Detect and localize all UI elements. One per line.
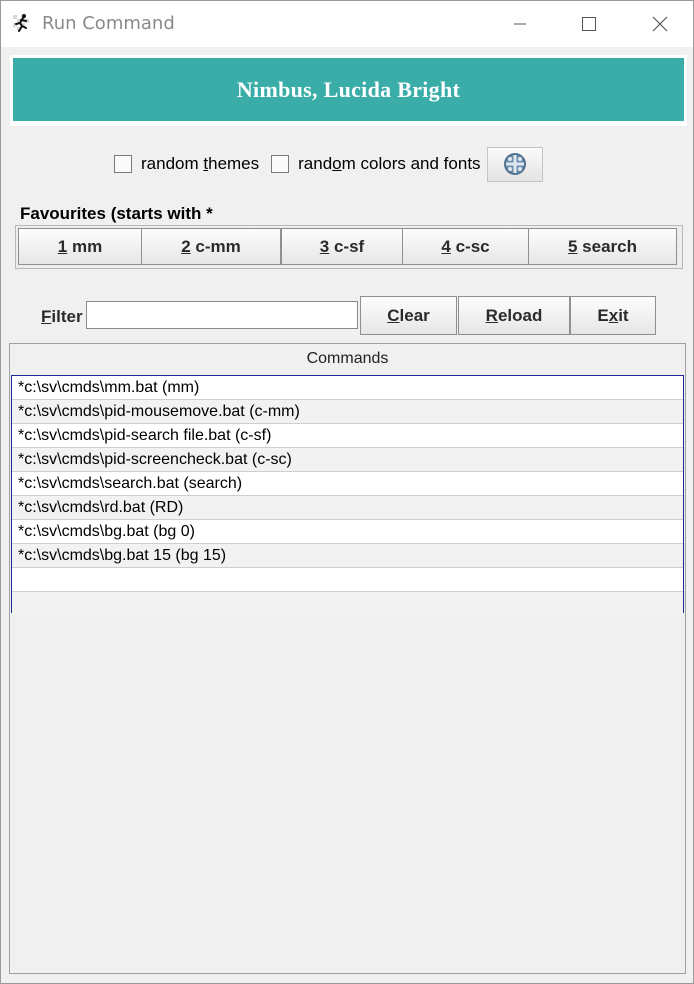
filter-label: Filter	[41, 307, 83, 326]
list-item[interactable]: *c:\sv\cmds\bg.bat 15 (bg 15)	[12, 544, 683, 568]
random-themes-label: random themes	[141, 154, 260, 173]
list-item[interactable]: *c:\sv\cmds\rd.bat (RD)	[12, 496, 683, 520]
window-title: Run Command	[42, 13, 175, 34]
random-themes-checkbox[interactable]: random themes	[114, 154, 259, 174]
list-item[interactable]: *c:\sv\cmds\pid-mousemove.bat (c-mm)	[12, 400, 683, 424]
reload-button[interactable]: Reload	[458, 296, 570, 335]
list-item[interactable]: *c:\sv\cmds\mm.bat (mm)	[12, 376, 683, 400]
list-item[interactable]: *c:\sv\cmds\pid-search file.bat (c-sf)	[12, 424, 683, 448]
maximize-button[interactable]	[566, 1, 612, 47]
list-item[interactable]: *c:\sv\cmds\search.bat (search)	[12, 472, 683, 496]
filter-input[interactable]	[86, 301, 358, 329]
favourite-button-c-sc[interactable]: 4 c-sc	[402, 228, 529, 265]
commands-panel: Commands *c:\sv\cmds\mm.bat (mm) *c:\sv\…	[9, 343, 686, 974]
running-man-icon	[11, 12, 33, 34]
list-item[interactable]: *c:\sv\cmds\bg.bat (bg 0)	[12, 520, 683, 544]
favourite-button-c-sf[interactable]: 3 c-sf	[281, 228, 403, 265]
minimize-button[interactable]	[497, 1, 543, 47]
list-item[interactable]: *c:\sv\cmds\pid-screencheck.bat (c-sc)	[12, 448, 683, 472]
close-button[interactable]	[637, 1, 683, 47]
theme-banner: Nimbus, Lucida Bright	[13, 58, 684, 121]
favourites-toolbar: 1 mm 2 c-mm 3 c-sf 4 c-sc 5 search	[15, 225, 683, 269]
theme-banner-frame: Nimbus, Lucida Bright	[10, 55, 687, 126]
favourite-button-c-mm[interactable]: 2 c-mm	[141, 228, 281, 265]
random-colors-label: random colors and fonts	[298, 154, 481, 173]
close-icon	[652, 16, 668, 32]
clear-button[interactable]: Clear	[360, 296, 457, 335]
theme-palette-button[interactable]	[486, 146, 543, 182]
palette-icon	[503, 153, 526, 175]
checkbox-box[interactable]	[271, 155, 290, 173]
list-item[interactable]	[12, 592, 683, 616]
maximize-icon	[582, 17, 596, 31]
commands-column-header[interactable]: Commands	[10, 344, 685, 374]
list-item[interactable]	[12, 568, 683, 592]
random-colors-checkbox[interactable]: random colors and fonts	[271, 154, 481, 174]
options-row: random themes random colors and fonts	[114, 146, 543, 182]
checkbox-box[interactable]	[114, 155, 132, 173]
run-command-window: Run Command Nimbus, Lucida Bright random…	[0, 0, 694, 984]
favourite-button-mm[interactable]: 1 mm	[18, 228, 142, 265]
minimize-icon	[514, 23, 526, 25]
favourite-button-search[interactable]: 5 search	[528, 228, 677, 265]
exit-button[interactable]: Ex it	[570, 296, 656, 335]
title-bar[interactable]: Run Command	[1, 1, 693, 47]
commands-list[interactable]: *c:\sv\cmds\mm.bat (mm) *c:\sv\cmds\pid-…	[11, 375, 684, 616]
favourites-title: Favourites (starts with *	[20, 204, 213, 223]
